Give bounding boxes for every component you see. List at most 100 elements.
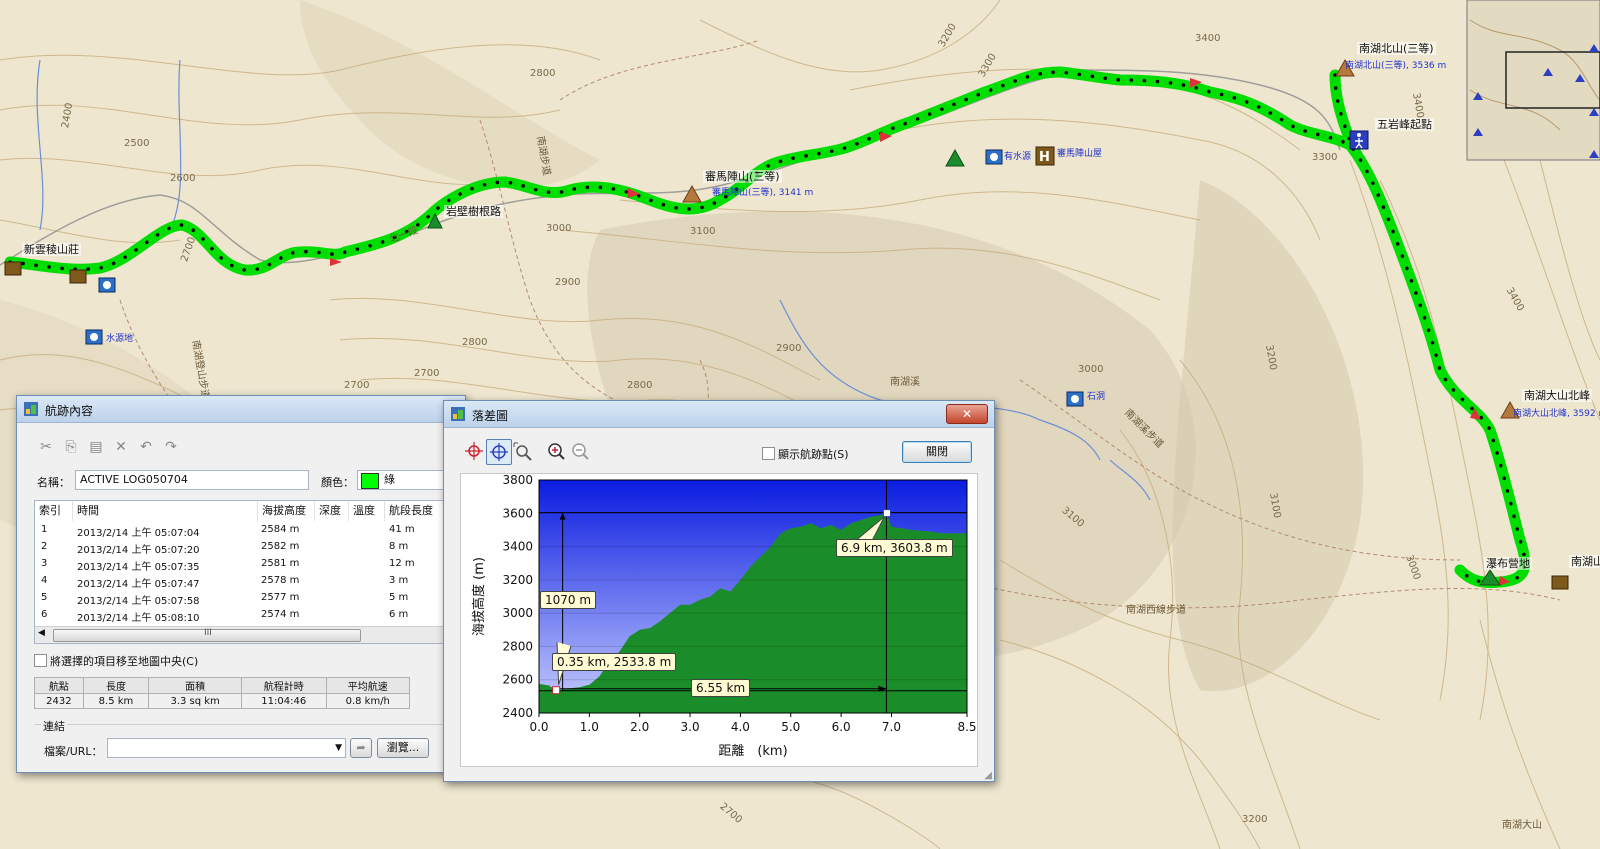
stat-header-avg-speed: 平均航速 [325,677,410,694]
show-track-points-label[interactable]: 顯示航跡點(S) [778,446,849,462]
map-label-rock-path[interactable]: 岩壁樹根路 [444,205,503,218]
table-row[interactable]: 1 2013/2/14 上午 05:07:04 2584 m 41 m [35,522,445,539]
col-altitude[interactable]: 海拔高度 [258,501,315,521]
cell-idx: 6 [41,609,48,620]
elevation-profile-window[interactable]: 落差圖 ✕ 顯示航跡點(S) 關閉 2400 2600 2800 3000 3200 34… [443,400,995,782]
zoom-area-icon[interactable] [512,441,532,461]
contour-label: 3300 [1312,152,1338,163]
map-label-shenmazhen[interactable]: 審馬陣山(三等) [703,170,782,183]
cell-alt: 2584 m [261,524,300,535]
color-swatch [361,473,379,489]
stat-header-area: 面積 [148,677,242,694]
scroll-left-icon[interactable]: ◀ [38,628,45,638]
track-name-input[interactable]: ACTIVE LOG050704 [75,470,309,490]
map-label-hut[interactable]: 新雲稜山莊 [22,243,81,256]
map-label-wuyan[interactable]: 五岩峰起點 [1375,118,1434,131]
annotation-gain: 1070 m [540,591,597,609]
resize-grip-icon[interactable]: ◢ [984,770,992,781]
window-close-button[interactable]: ✕ [946,404,988,424]
delete-icon[interactable]: ✕ [112,438,130,456]
cell-alt: 2574 m [261,609,300,620]
table-row[interactable]: 5 2013/2/14 上午 05:07:58 2577 m 5 m [35,590,445,607]
redo-icon[interactable]: ↷ [162,438,180,456]
stat-area: 3.3 sq km [148,693,242,709]
cell-time: 2013/2/14 上午 05:07:35 [77,562,200,573]
show-track-points-checkbox[interactable] [762,447,775,460]
file-url-input[interactable]: ▼ [107,738,346,758]
y-tick-label: 3400 [502,540,533,554]
track-properties-window[interactable]: 航跡內容 ✂ ⎘ ▤ ✕ ↶ ↷ 名稱： ACTIVE LOG050704 顏色… [16,395,469,773]
cell-len: 41 m [389,524,415,535]
x-tick-label: 3.0 [681,720,700,734]
map-sublabel-water: 水源地 [106,334,134,344]
pan-tool-button[interactable] [486,439,512,465]
cut-icon[interactable]: ✂ [37,438,55,456]
cell-time: 2013/2/14 上午 05:07:04 [77,528,200,539]
paste-icon[interactable]: ▤ [87,438,105,456]
trail-label: 南湖西線步道 [1126,605,1186,616]
x-tick-label: 5.0 [781,720,800,734]
contour-label: 3000 [1078,364,1104,375]
contour-label: 2800 [627,380,653,391]
undo-icon[interactable]: ↶ [137,438,155,456]
crosshair-icon[interactable] [464,441,484,461]
map-label-north-peak[interactable]: 南湖大山北峰 [1522,389,1592,402]
table-row[interactable]: 4 2013/2/14 上午 05:07:47 2578 m 3 m [35,573,445,590]
cell-time: 2013/2/14 上午 05:07:47 [77,579,200,590]
y-tick-label: 3800 [502,474,533,487]
zoom-in-icon[interactable] [546,441,566,461]
table-row[interactable]: 2 2013/2/14 上午 05:07:20 2582 m 8 m [35,539,445,556]
scrollbar-thumb[interactable]: III [53,628,361,642]
cell-idx: 5 [41,592,48,603]
annotation-start: 0.35 km, 2533.8 m [552,653,677,671]
col-time[interactable]: 時間 [73,501,258,521]
y-tick-label: 3000 [502,606,533,620]
y-tick-label: 2400 [502,706,533,720]
col-depth[interactable]: 深度 [315,501,349,521]
center-map-checkbox[interactable] [34,654,47,667]
arrow-right-icon: ➦ [356,741,366,754]
map-label-nanhu-north[interactable]: 南湖北山(三等) [1357,42,1436,55]
copy-icon[interactable]: ⎘ [62,438,80,456]
col-temperature[interactable]: 溫度 [349,501,385,521]
cell-time: 2013/2/14 上午 05:08:10 [77,613,200,624]
contour-label: 2800 [530,68,556,79]
cell-len: 12 m [389,558,415,569]
contour-label: 2800 [462,337,488,348]
contour-label: 2700 [344,380,370,391]
horizontal-scrollbar[interactable]: ◀ III [35,626,465,643]
map-label-falls-camp[interactable]: 瀑布營地 [1484,557,1532,570]
map-label-nanhu-peak[interactable]: 南湖山 [1569,555,1600,568]
close-button[interactable]: 關閉 [902,441,972,463]
map-sublabel-nanhu-north: 南湖北山(三等), 3536 m [1345,61,1447,71]
center-map-label[interactable]: 將選擇的項目移至地圖中央(C) [50,653,198,669]
zoom-out-icon[interactable] [570,441,590,461]
stat-avg-speed: 0.8 km/h [325,693,410,709]
table-row[interactable]: 6 2013/2/14 上午 05:08:10 2574 m 6 m [35,607,445,624]
stat-waypoints: 2432 [34,693,84,709]
y-tick-label: 3600 [502,506,533,520]
x-tick-label: 2.0 [630,720,649,734]
y-tick-label: 2600 [502,673,533,687]
browse-button[interactable]: 瀏覽... [377,738,429,758]
track-points-list[interactable]: 索引 時間 海拔高度 深度 溫度 航段長度 1 2013/2/14 上午 05:0… [34,500,466,644]
track-window-titlebar[interactable]: 航跡內容 [17,396,465,423]
cell-alt: 2577 m [261,592,300,603]
open-link-button[interactable]: ➦ [350,738,372,758]
profile-chart-panel[interactable]: 2400 2600 2800 3000 3200 3400 3600 3800 0.0 1.0 2.… [460,473,978,767]
x-tick-label: 1.0 [580,720,599,734]
stat-header-waypoints: 航點 [34,677,84,694]
y-tick-label: 2800 [502,639,533,653]
elevation-chart[interactable]: 2400 2600 2800 3000 3200 3400 3600 3800 0.0 1.0 2.… [461,473,977,766]
svg-text:H: H [1039,150,1050,165]
col-index[interactable]: 索引 [35,501,73,521]
profile-window-titlebar[interactable]: 落差圖 ✕ [444,401,994,428]
map-sublabel-water-source: 有水源 [1004,152,1032,162]
cell-alt: 2581 m [261,558,300,569]
start-point-marker [552,686,561,695]
stat-duration: 11:04:46 [240,693,327,709]
grip-icon: III [204,628,212,638]
track-app-icon [24,402,38,416]
table-row[interactable]: 3 2013/2/14 上午 05:07:35 2581 m 12 m [35,556,445,573]
cell-len: 5 m [389,592,409,603]
